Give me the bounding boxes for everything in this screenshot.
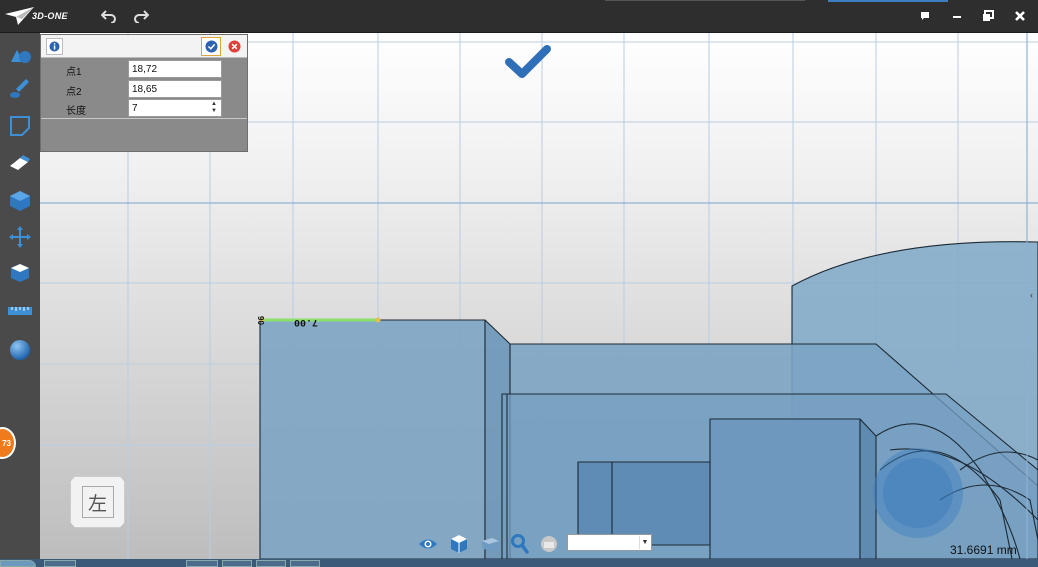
view-visibility-button[interactable] xyxy=(418,534,438,554)
title-bar: 3D-ONE xyxy=(0,0,1038,33)
cancel-circle-icon xyxy=(228,40,240,53)
point1-row: 点1 18,72 xyxy=(44,60,244,79)
paint-brush-icon xyxy=(10,79,29,98)
render-mode-button[interactable] xyxy=(480,534,500,554)
confirm-checkmark-button[interactable] xyxy=(505,44,551,80)
close-button[interactable] xyxy=(1009,6,1031,26)
start-button[interactable] xyxy=(0,560,36,567)
chat-icon xyxy=(921,12,929,20)
basic-solid-tool[interactable] xyxy=(6,41,34,69)
sphere-tool[interactable] xyxy=(6,336,34,364)
standard-view-button[interactable] xyxy=(449,534,469,554)
line-properties-panel: 点1 18,72 点2 18,65 长度 7 ▲ ▼ xyxy=(40,34,248,152)
length-label: 长度 xyxy=(66,106,86,117)
point2-row: 点2 18,65 xyxy=(44,80,244,99)
redo-button[interactable] xyxy=(130,6,152,26)
paint-tool[interactable] xyxy=(6,75,34,103)
taskbar-item[interactable] xyxy=(256,560,286,567)
eye-icon xyxy=(419,539,437,549)
measure-ruler-icon xyxy=(8,307,32,315)
point1-input[interactable]: 18,72 xyxy=(128,60,222,78)
dimension-side-label: 90 xyxy=(256,316,265,325)
info-button[interactable] xyxy=(46,38,63,55)
view-select-dropdown[interactable]: ▼ xyxy=(567,534,652,551)
taskbar-item[interactable] xyxy=(186,560,218,567)
point2-input[interactable]: 18,65 xyxy=(128,80,222,98)
checkmark-icon xyxy=(505,45,551,78)
taskbar-item[interactable] xyxy=(290,560,320,567)
panel-confirm-button[interactable] xyxy=(201,37,221,56)
close-icon xyxy=(1015,11,1025,21)
measurement-readout: 31.6691 mm xyxy=(950,543,1017,557)
zoom-icon xyxy=(511,534,529,554)
sketch-tool[interactable] xyxy=(6,112,34,140)
info-icon xyxy=(49,41,60,52)
length-input[interactable]: 7 xyxy=(128,99,222,117)
eraser-tool[interactable] xyxy=(6,149,34,177)
dimension-length-label: 7.00 xyxy=(294,316,318,327)
minimize-icon xyxy=(953,16,961,18)
undo-icon xyxy=(101,10,116,23)
check-circle-icon xyxy=(205,40,217,53)
panel-header xyxy=(41,35,247,58)
move-icon xyxy=(9,226,31,248)
chat-button[interactable] xyxy=(914,6,936,26)
combine-tool[interactable] xyxy=(6,259,34,287)
sphere-icon xyxy=(10,340,30,360)
active-tab-indicator xyxy=(828,0,948,2)
basic-solid-icon xyxy=(11,50,31,63)
render-icon xyxy=(541,536,557,552)
redo-icon xyxy=(134,10,149,23)
restore-button[interactable] xyxy=(977,6,999,26)
zoom-button[interactable] xyxy=(510,534,530,554)
move-tool[interactable] xyxy=(6,223,34,251)
view-cube-face: 左 xyxy=(81,486,114,518)
render-button[interactable] xyxy=(539,534,559,554)
minimize-button[interactable] xyxy=(946,6,968,26)
panel-divider xyxy=(41,118,247,119)
tab-indicator-line xyxy=(605,0,805,1)
undo-button[interactable] xyxy=(98,6,120,26)
taskbar-item[interactable] xyxy=(222,560,252,567)
combine-icon xyxy=(11,264,29,282)
measure-tool[interactable] xyxy=(6,297,34,325)
point2-label: 点2 xyxy=(66,87,82,98)
app-name: 3D-ONE xyxy=(32,11,68,21)
solid-box-icon xyxy=(10,191,30,211)
eraser-icon xyxy=(10,155,30,170)
panel-cancel-button[interactable] xyxy=(225,38,243,55)
sketch-icon xyxy=(10,116,30,136)
chevron-down-icon: ▼ xyxy=(639,536,650,549)
length-spinner[interactable]: ▲ ▼ xyxy=(209,101,219,115)
left-toolbar xyxy=(0,33,40,567)
view-cube[interactable]: 左 xyxy=(70,476,125,528)
point1-label: 点1 xyxy=(66,67,82,78)
collapse-panel-icon[interactable]: ‹ xyxy=(1030,290,1033,300)
restore-icon xyxy=(983,10,994,21)
view-cube-icon xyxy=(451,535,467,553)
box-face-icon xyxy=(482,538,499,551)
os-taskbar xyxy=(0,559,1038,567)
solid-box-tool[interactable] xyxy=(6,187,34,215)
length-row: 长度 7 ▲ ▼ xyxy=(44,99,244,118)
taskbar-item[interactable] xyxy=(44,560,76,567)
